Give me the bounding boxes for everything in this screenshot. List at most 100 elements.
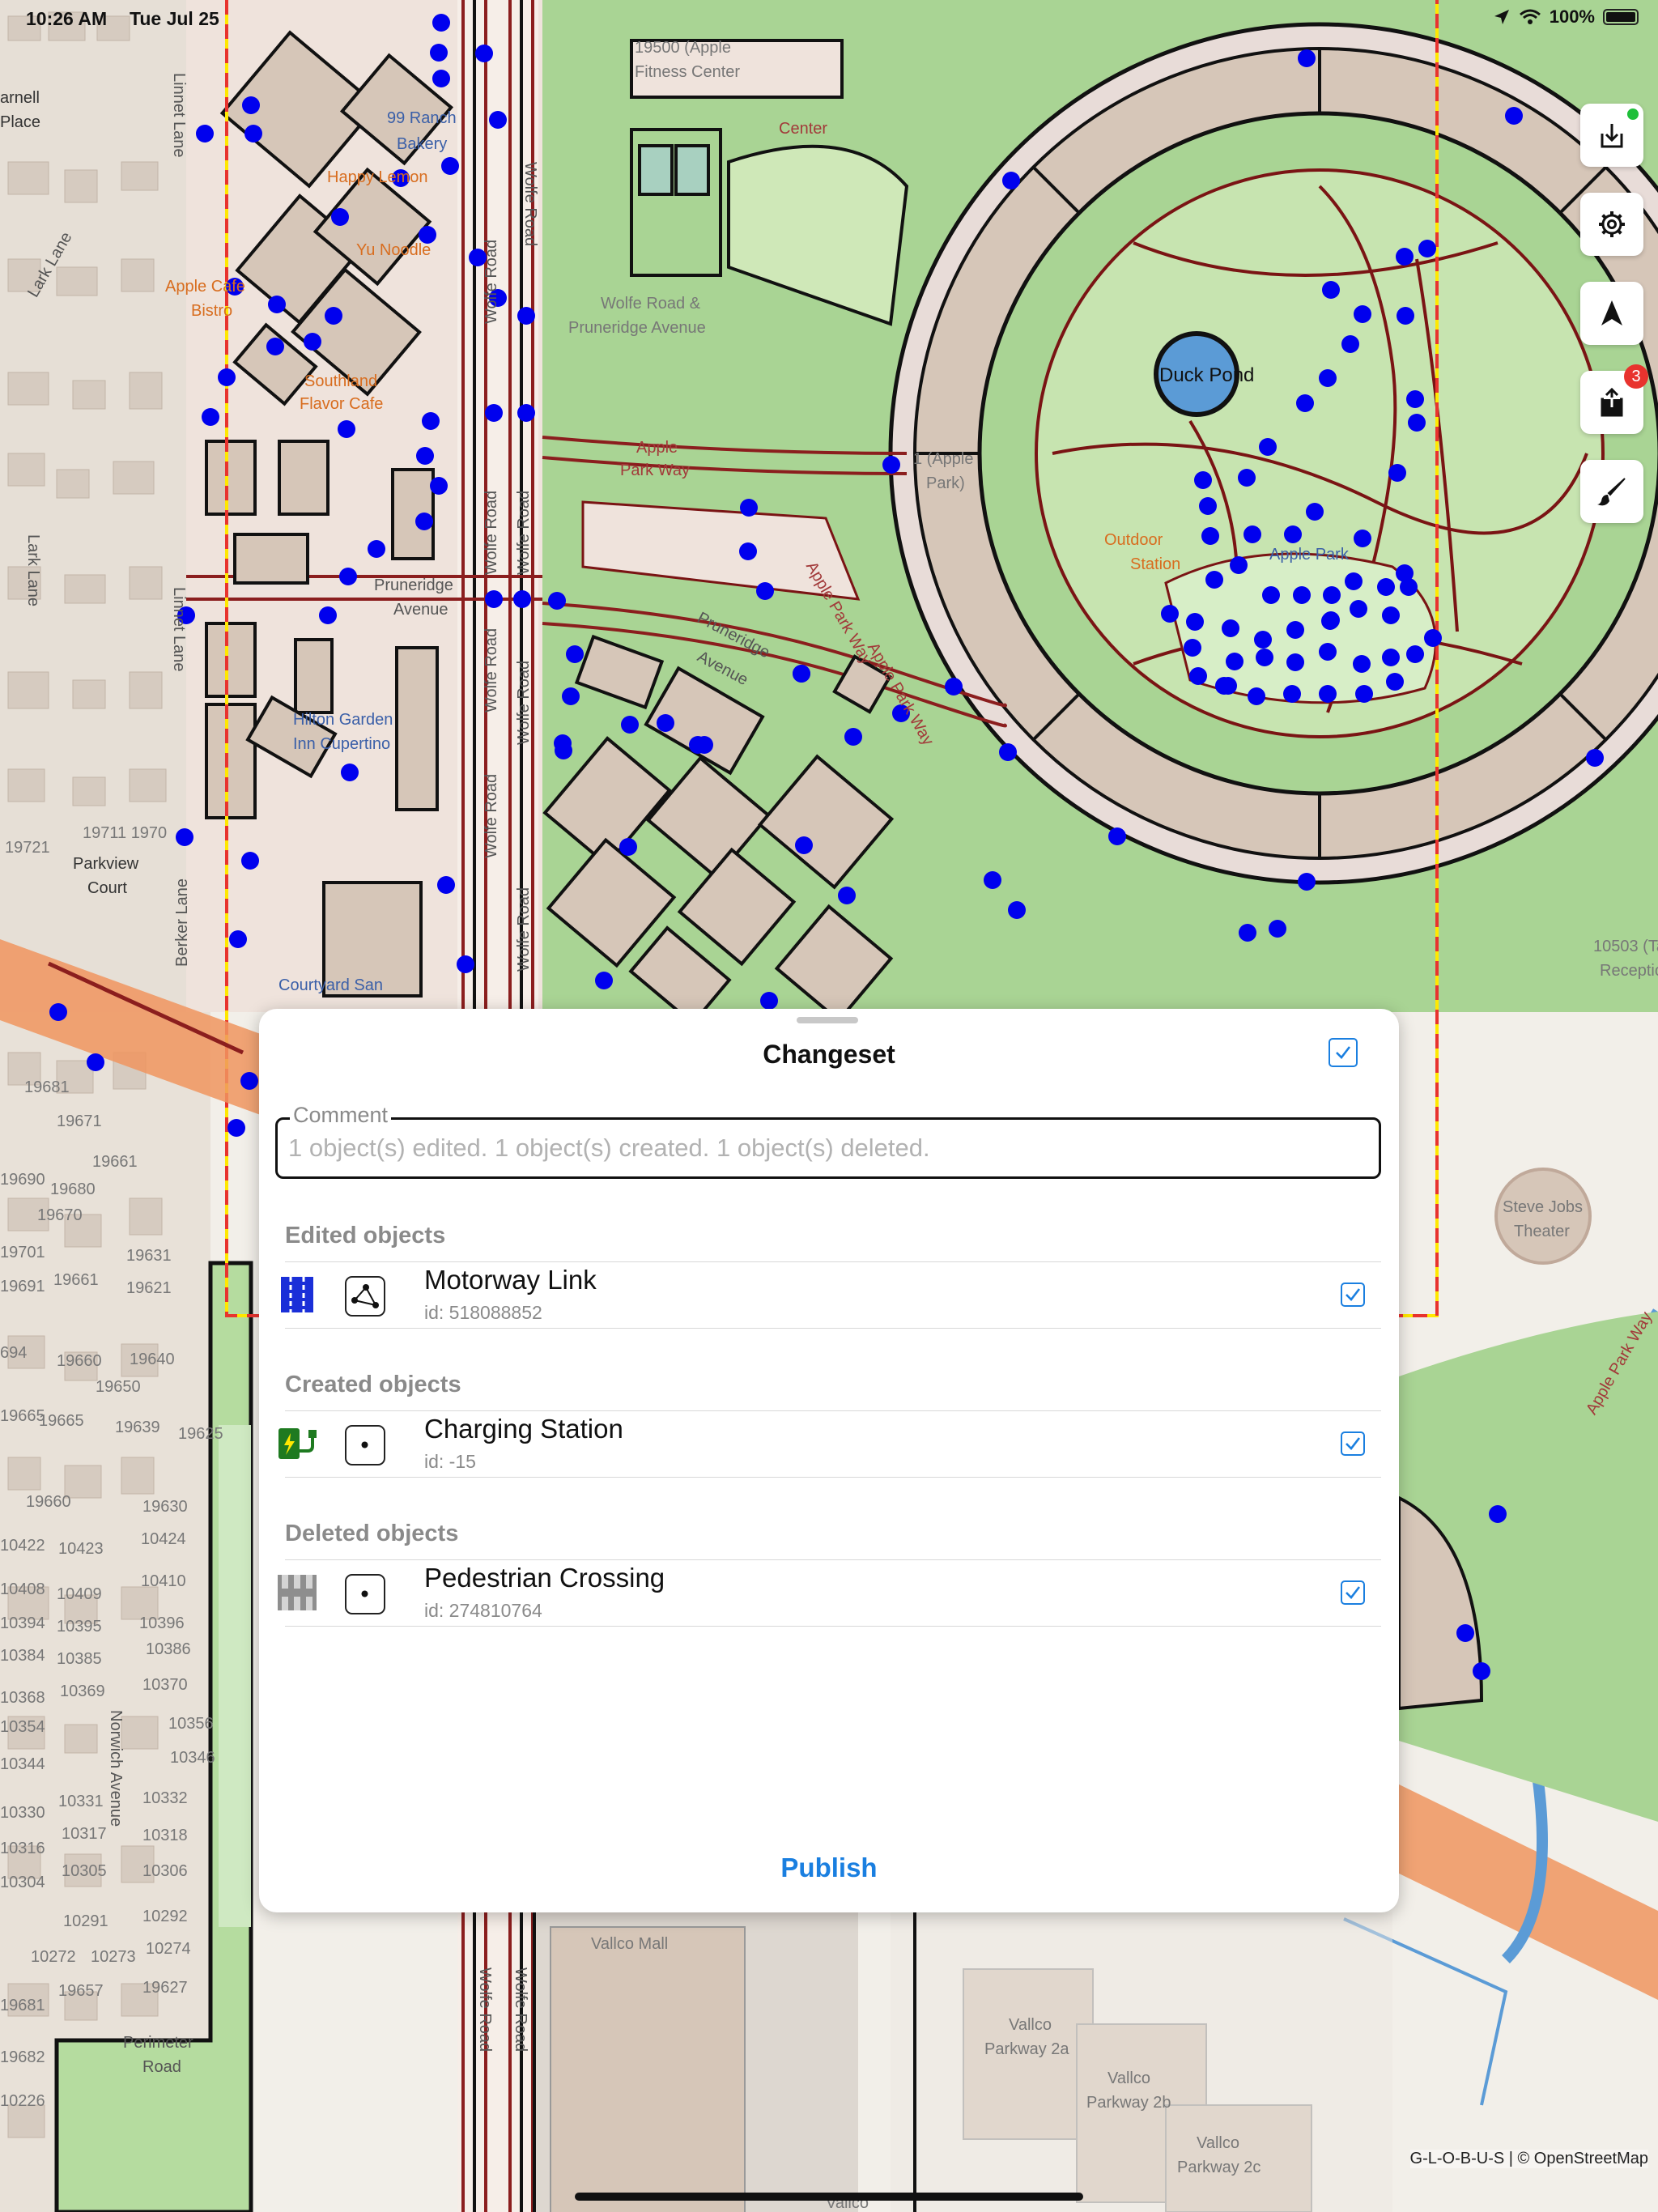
map-label: Pruneridge Avenue bbox=[568, 319, 706, 337]
map-label: 10305 bbox=[62, 1862, 107, 1880]
map-label: 19701 bbox=[0, 1244, 45, 1261]
map-label: 19625 bbox=[178, 1425, 223, 1443]
home-indicator[interactable] bbox=[575, 2193, 1083, 2201]
map-label: 19690 bbox=[0, 1171, 45, 1189]
sheet-title: Changeset bbox=[763, 1040, 895, 1069]
map-label: Wolfe Road bbox=[512, 1967, 529, 2052]
item-checkbox[interactable] bbox=[1341, 1431, 1365, 1456]
map-label: Wolfe Road bbox=[515, 490, 533, 575]
map-label: Flavor Cafe bbox=[300, 395, 384, 413]
item-name: Pedestrian Crossing bbox=[424, 1563, 665, 1593]
map-label: Wolfe Road bbox=[483, 239, 500, 324]
location-services-icon bbox=[1494, 10, 1509, 24]
point-geometry-icon bbox=[345, 1574, 385, 1614]
map-label: 19500 (Apple bbox=[635, 39, 731, 57]
map-label: Hilton Garden bbox=[293, 711, 393, 729]
select-all-checkbox[interactable] bbox=[1329, 1038, 1358, 1067]
map-label: Park) bbox=[926, 474, 965, 492]
list-item-charging-station[interactable]: Charging Station id: -15 bbox=[275, 1410, 1381, 1477]
map-label: Yu Noodle bbox=[356, 241, 432, 259]
map-label: 19661 bbox=[53, 1271, 99, 1289]
item-name: Motorway Link bbox=[424, 1265, 597, 1295]
map-label: 10292 bbox=[142, 1908, 188, 1925]
map-label: 10346 bbox=[170, 1749, 215, 1767]
map-label: 10272 bbox=[31, 1948, 76, 1966]
pedestrian-crossing-icon bbox=[278, 1575, 317, 1610]
map-label: 10356 bbox=[168, 1715, 214, 1733]
map-label: Courtyard San bbox=[278, 976, 383, 994]
map-label: 99 Ranch bbox=[387, 109, 457, 127]
map-label: Road bbox=[142, 2058, 181, 2076]
locate-button[interactable] bbox=[1580, 282, 1643, 345]
map-label: Wolfe Road bbox=[483, 627, 500, 713]
map-label: Apple Park bbox=[1269, 546, 1349, 564]
map-label: 10318 bbox=[142, 1827, 188, 1844]
map-label: 10424 bbox=[141, 1530, 186, 1548]
divider bbox=[285, 1477, 1381, 1478]
item-checkbox[interactable] bbox=[1341, 1580, 1365, 1605]
map-label: 10369 bbox=[60, 1682, 105, 1700]
map-label: Avenue bbox=[393, 601, 449, 619]
map-label: 19660 bbox=[57, 1352, 102, 1370]
list-item-motorway-link[interactable]: Motorway Link id: 518088852 bbox=[275, 1261, 1381, 1328]
map-label: Theater bbox=[1514, 1223, 1570, 1240]
map-label: Vallco Mall bbox=[591, 1935, 669, 1953]
download-icon bbox=[1601, 124, 1623, 148]
map-label: Parkview bbox=[73, 855, 139, 873]
map-label: 10317 bbox=[62, 1825, 107, 1843]
map-label: 10408 bbox=[0, 1580, 45, 1598]
map-label: Steve Jobs bbox=[1503, 1198, 1583, 1216]
publish-button[interactable]: Publish bbox=[259, 1853, 1399, 1883]
upload-button[interactable]: 3 bbox=[1580, 364, 1648, 434]
map-label: 10274 bbox=[146, 1940, 191, 1958]
map-label: Reception bbox=[1600, 962, 1658, 980]
list-item-pedestrian-crossing[interactable]: Pedestrian Crossing id: 274810764 bbox=[275, 1559, 1381, 1626]
map-label: 19681 bbox=[0, 1997, 45, 2014]
map-label: Lark Lane bbox=[24, 534, 42, 606]
section-header-deleted: Deleted objects bbox=[285, 1521, 459, 1546]
map-label: 10386 bbox=[146, 1640, 191, 1658]
map-label: Wolfe Road bbox=[515, 887, 533, 972]
map-label: Outdoor bbox=[1104, 531, 1163, 549]
map-label: 10332 bbox=[142, 1789, 188, 1807]
wifi-icon bbox=[1519, 9, 1541, 24]
map-label: 19630 bbox=[142, 1498, 188, 1516]
map-label: 10384 bbox=[0, 1647, 45, 1665]
map-attribution[interactable]: G-L-O-B-U-S | © OpenStreetMap bbox=[1409, 2150, 1648, 2168]
map-label: 19660 bbox=[26, 1493, 71, 1511]
map-label: 19721 bbox=[5, 839, 50, 857]
map-label: 19631 bbox=[126, 1247, 172, 1265]
section-header-created: Created objects bbox=[285, 1372, 461, 1397]
map-label: 19627 bbox=[142, 1979, 188, 1997]
map-label: Court bbox=[87, 879, 127, 897]
map-label: 19665 bbox=[0, 1407, 45, 1425]
map-label: 10304 bbox=[0, 1874, 45, 1891]
paintbrush-icon bbox=[1597, 478, 1626, 506]
download-button[interactable] bbox=[1580, 104, 1643, 167]
map-label: Duck Pond bbox=[1159, 364, 1255, 386]
map-label: 19711 1970 bbox=[83, 824, 168, 842]
map-label: Bistro bbox=[191, 302, 233, 320]
draw-button[interactable] bbox=[1580, 460, 1643, 523]
map-label: 10273 bbox=[91, 1948, 136, 1966]
sheet-grabber[interactable] bbox=[797, 1017, 858, 1023]
map-label: Pruneridge bbox=[374, 576, 453, 594]
map-label: Parkway 2a bbox=[984, 2040, 1069, 2058]
settings-button[interactable] bbox=[1580, 193, 1643, 256]
map-label: Center bbox=[779, 120, 828, 138]
status-time: 10:26 AM bbox=[26, 8, 108, 29]
status-indicators: 100% bbox=[1493, 6, 1639, 28]
battery-icon bbox=[1603, 9, 1639, 25]
map-label: Wolfe Road bbox=[521, 162, 539, 247]
item-checkbox[interactable] bbox=[1341, 1283, 1365, 1307]
comment-input[interactable] bbox=[275, 1117, 1381, 1179]
map-label: 10330 bbox=[0, 1804, 45, 1822]
battery-percent: 100% bbox=[1549, 6, 1595, 27]
map-label: 10316 bbox=[0, 1840, 45, 1857]
map-label: Norwich Avenue bbox=[107, 1710, 125, 1827]
map-label: Wolfe Road bbox=[515, 660, 533, 745]
map-label: 10368 bbox=[0, 1689, 45, 1707]
map-label: Wolfe Road bbox=[483, 773, 500, 858]
point-geometry-icon bbox=[345, 1425, 385, 1465]
map-label: Southland bbox=[304, 372, 378, 390]
